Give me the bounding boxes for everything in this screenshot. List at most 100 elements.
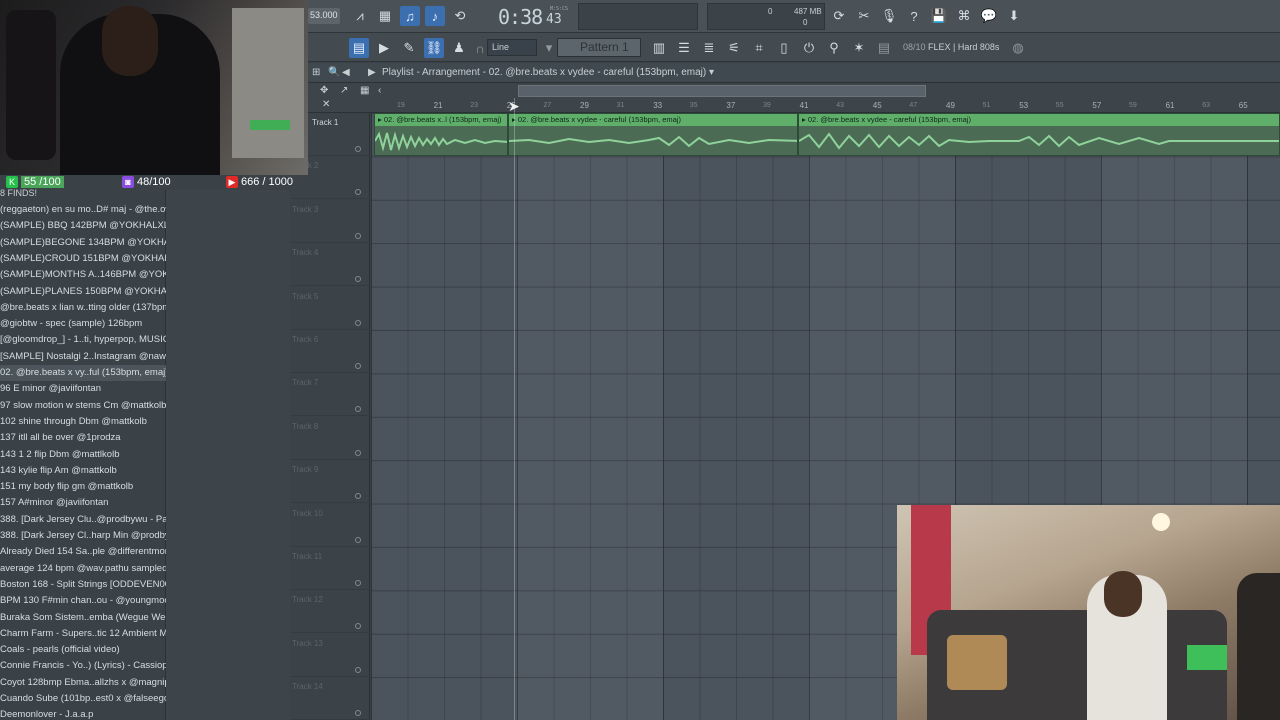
close-icon[interactable]: ✕ xyxy=(322,99,330,110)
browser-item[interactable]: @giobtw - spec (sample) 126bpm xyxy=(0,316,166,332)
browser-item[interactable]: 96 E minor @javiifontan xyxy=(0,381,166,397)
browser-item[interactable]: Cuando Sube (101bp..est0 x @falseego333 xyxy=(0,691,166,707)
track-mute-icon[interactable] xyxy=(355,319,361,326)
track-header[interactable]: Track 7 xyxy=(290,373,370,417)
track-header[interactable]: Track 11 xyxy=(290,547,370,590)
chevron-down-icon[interactable]: ▾ xyxy=(539,38,559,58)
track-header[interactable]: Track 9 xyxy=(290,460,370,504)
track-header[interactable]: Track 14 xyxy=(290,677,370,720)
plug-icon[interactable]: ⏻ xyxy=(799,38,819,58)
browser-item[interactable]: (reggaeton) en su mo..D# maj - @the.ownr xyxy=(0,202,166,218)
browser-item[interactable]: Coals - pearls (official video) xyxy=(0,642,166,658)
browser-item[interactable]: (SAMPLE) BBQ 142BPM @YOKHALXL xyxy=(0,218,166,234)
browser-item[interactable]: 151 my body flip gm @mattkolb xyxy=(0,479,166,495)
link-icon[interactable]: ⛓ xyxy=(424,38,444,58)
browser-item[interactable]: Boston 168 - Split Strings [ODDEVEN004] xyxy=(0,577,166,593)
key-icon[interactable]: ⚲ xyxy=(824,38,844,58)
track-mute-icon[interactable] xyxy=(355,449,361,456)
browser-item[interactable]: BPM 130 F#min chan..ou - @youngmooskii xyxy=(0,593,166,609)
browser-item[interactable]: 102 shine through Dbm @mattkolb xyxy=(0,414,166,430)
track-header[interactable]: Track 6 xyxy=(290,330,370,373)
grid-icon[interactable]: ▦ xyxy=(360,85,369,96)
track-header[interactable]: Track 12 xyxy=(290,590,370,634)
playhead[interactable] xyxy=(514,98,515,720)
track-header[interactable]: Track 10 xyxy=(290,504,370,547)
track-header[interactable]: Track 4 xyxy=(290,243,370,287)
browser-item[interactable]: (SAMPLE)BEGONE 134BPM @YOKHALXL xyxy=(0,235,166,251)
browser-item[interactable]: Coyot 128bmp Ebma..allzhs x @magniprod xyxy=(0,675,166,691)
piano-roll-icon[interactable]: ▥ xyxy=(649,38,669,58)
channel-rack-icon[interactable]: ☰ xyxy=(674,38,694,58)
timeline-ruler[interactable]: ✥ ↗ ▦ ‹ ✕ 19 21 23 25 27 29 31 33 35 37 39 41 43 45 47… xyxy=(308,83,1280,113)
track-header[interactable]: Track 3 xyxy=(290,200,370,243)
browser-item[interactable]: @bre.beats x lian w..tting older (137bpm… xyxy=(0,300,166,316)
track-mute-icon[interactable] xyxy=(355,363,361,369)
scroll-left-icon[interactable]: ‹ xyxy=(378,85,381,96)
audio-clip[interactable]: ▸ 02. @bre.beats x..l (153bpm, emaj) xyxy=(374,113,508,156)
track-mute-icon[interactable] xyxy=(355,666,361,673)
track-mute-icon[interactable] xyxy=(355,623,361,630)
move-icon[interactable]: ✥ xyxy=(320,85,328,96)
snap-icon[interactable]: ↗ xyxy=(340,85,348,96)
browser-item[interactable]: 157 A#minor @javiifontan xyxy=(0,495,166,511)
track-mute-icon[interactable] xyxy=(355,493,361,500)
browser-item[interactable]: Buraka Som Sistem..emba (Wegue Wegue) xyxy=(0,610,166,626)
browser-item[interactable]: Already Died 154 Sa..ple @differentmoney xyxy=(0,544,166,560)
mic-icon[interactable]: 🎙 xyxy=(879,6,899,26)
draw-icon[interactable]: ✎ xyxy=(399,38,419,58)
browser-item[interactable]: (SAMPLE)CROUD 151BPM @YOKHALXL xyxy=(0,251,166,267)
countdown-icon[interactable]: ⟲ xyxy=(450,6,470,26)
playlist-arrow-icon[interactable]: ▶ xyxy=(368,67,376,78)
browser-item[interactable]: Deemonlover - J.a.a.p xyxy=(0,707,166,720)
track-mute-icon[interactable] xyxy=(355,189,361,196)
playlist-options-icon[interactable]: ⊞ xyxy=(312,67,320,78)
chat-icon[interactable]: 💬 xyxy=(979,6,999,26)
track-mute-icon[interactable] xyxy=(355,710,361,717)
mixer-icon[interactable]: ≣ xyxy=(699,38,719,58)
cut-icon[interactable]: ✂ xyxy=(854,6,874,26)
browser-item[interactable]: average 124 bpm @wav.pathu sampled xyxy=(0,561,166,577)
speaker-icon[interactable]: ◀ xyxy=(342,67,350,78)
browser-item[interactable]: [SAMPLE] Nostalgi 2..Instagram @nawijasz xyxy=(0,349,166,365)
play-icon[interactable]: ▶ xyxy=(374,38,394,58)
chevron-down-icon[interactable]: ▾ xyxy=(709,67,714,78)
save-icon[interactable]: 💾 xyxy=(929,6,949,26)
browser-item[interactable]: 143 1 2 flip Dbm @mattlkolb xyxy=(0,447,166,463)
track-mute-icon[interactable] xyxy=(355,580,361,586)
track-header[interactable]: Track 13 xyxy=(290,634,370,677)
track-mute-icon[interactable] xyxy=(355,276,361,283)
download-icon[interactable]: ⬇ xyxy=(1004,6,1024,26)
stamp-icon[interactable]: ♟ xyxy=(449,38,469,58)
pattern-select[interactable]: Pattern 1 xyxy=(557,38,641,57)
browser-item[interactable]: Charm Farm - Supers..tic 12 Ambient Mix) xyxy=(0,626,166,642)
globe-icon[interactable]: ◍ xyxy=(1008,38,1028,58)
browser-item[interactable]: 143 kylie flip Am @mattkolb xyxy=(0,463,166,479)
browser-item[interactable]: 97 slow motion w stems Cm @mattkolb ★ xyxy=(0,398,166,414)
record-mode-icon[interactable]: ▦ xyxy=(375,6,395,26)
track-mute-icon[interactable] xyxy=(355,406,361,413)
browser-icon[interactable]: ⌗ xyxy=(749,38,769,58)
song-mode-icon[interactable]: ♪ xyxy=(425,6,445,26)
audio-clip[interactable]: ▸ 02. @bre.beats x vydee - careful (153b… xyxy=(508,113,798,156)
browser-item[interactable]: 02. @bre.beats x vy..ful (153bpm, emaj) xyxy=(0,365,166,381)
browser-item[interactable]: 388. [Dark Jersey Clu..@prodbywu - Part_… xyxy=(0,512,166,528)
browser-item[interactable]: (SAMPLE)MONTHS A..146BPM @YOKHALXL xyxy=(0,267,166,283)
browser-item[interactable]: (SAMPLE)PLANES 150BPM @YOKHALXL xyxy=(0,284,166,300)
track-mute-icon[interactable] xyxy=(355,146,361,152)
zoom-icon[interactable]: 🔍 xyxy=(328,67,340,78)
metronome-icon[interactable]: ⩘ xyxy=(350,6,370,26)
horizontal-scrollbar[interactable] xyxy=(518,85,926,97)
browser-item[interactable]: 388. [Dark Jersey Cl..harp Min @prodbywu xyxy=(0,528,166,544)
browser-item[interactable]: 137 itll all be over @1prodza xyxy=(0,430,166,446)
plugin-picker-icon[interactable]: ✶ xyxy=(849,38,869,58)
tempo-display[interactable]: 53.000 xyxy=(308,8,340,24)
browser-item[interactable]: [@gloomdrop_] - 1..ti, hyperpop, MUSIC] xyxy=(0,332,166,348)
tempo-tap-icon[interactable]: ⚟ xyxy=(724,38,744,58)
refresh-icon[interactable]: ⟳ xyxy=(829,6,849,26)
track-mute-icon[interactable] xyxy=(355,536,361,543)
project-icon[interactable]: ▯ xyxy=(774,38,794,58)
snap-select[interactable]: Line xyxy=(487,39,537,56)
browser-item[interactable]: Connie Francis - Yo..) (Lyrics) - Cassio… xyxy=(0,658,166,674)
playlist-icon[interactable]: ▤ xyxy=(349,38,369,58)
track-mute-icon[interactable] xyxy=(355,232,361,239)
